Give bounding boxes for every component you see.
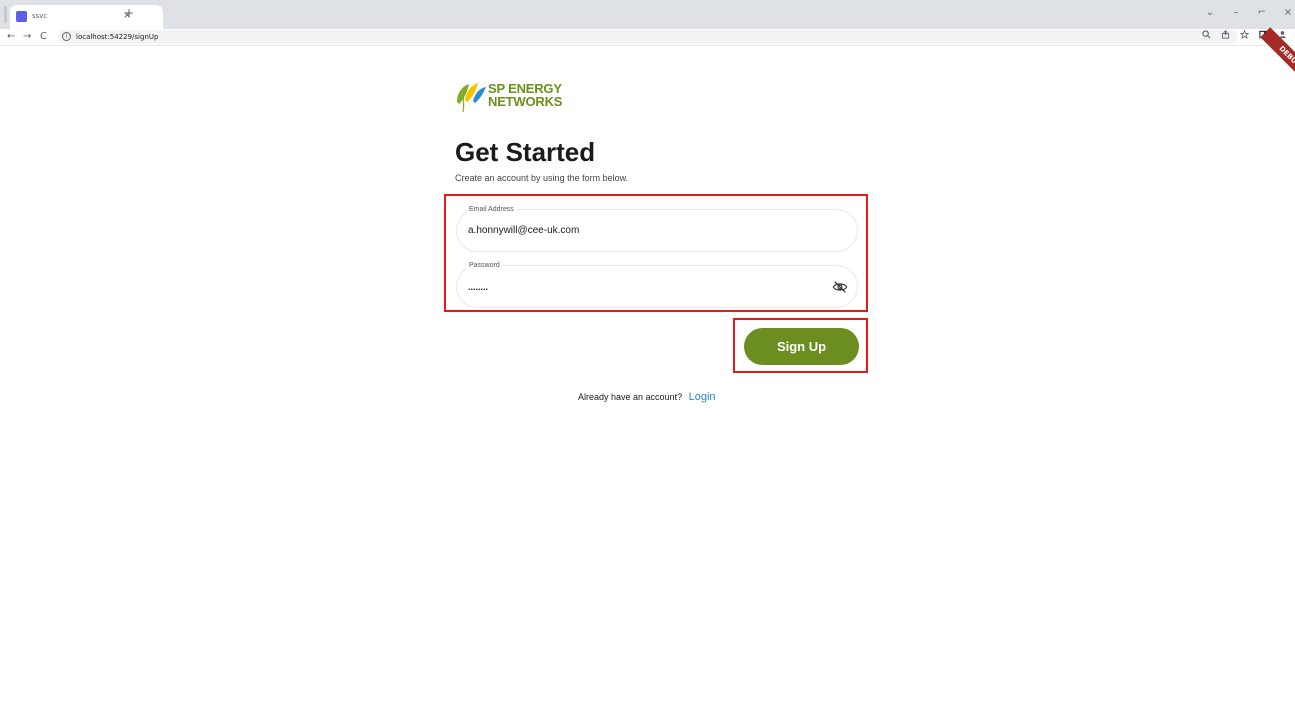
favicon-icon <box>16 11 27 22</box>
sign-up-button[interactable]: Sign Up <box>744 328 859 365</box>
browser-tab[interactable]: ssvc × <box>10 5 163 29</box>
zoom-icon[interactable] <box>1202 30 1211 39</box>
back-icon[interactable]: ← <box>7 30 15 44</box>
eye-off-icon[interactable] <box>832 279 848 295</box>
password-field[interactable]: Password ........ <box>456 261 858 308</box>
leaf-logo-icon <box>457 83 486 113</box>
browser-tab-bar: ssvc × + ⌄ – ⌐ × <box>0 0 1295 29</box>
browser-toolbar: ← → C i localhost:54229/signUp <box>0 29 1295 46</box>
page-title: Get Started <box>455 137 596 167</box>
login-prompt-text: Already have an account? <box>578 392 683 402</box>
url-text[interactable]: localhost:54229/signUp <box>76 31 158 43</box>
reload-icon[interactable]: C <box>40 30 47 44</box>
password-label: Password <box>467 261 502 270</box>
logo-wordmark: SP ENERGY NETWORKS <box>488 82 562 108</box>
share-icon[interactable] <box>1221 30 1230 39</box>
new-tab-button[interactable]: + <box>124 7 134 20</box>
minimize-icon[interactable]: – <box>1231 6 1241 19</box>
info-icon[interactable]: i <box>62 32 71 41</box>
restore-icon[interactable]: ⌐ <box>1257 6 1267 19</box>
tab-search-icon[interactable]: ⌄ <box>1205 6 1215 19</box>
page-subtitle: Create an account by using the form belo… <box>455 173 629 183</box>
email-label: Email Address <box>467 205 516 214</box>
star-icon[interactable] <box>1240 30 1249 39</box>
email-input[interactable] <box>468 223 828 239</box>
forward-icon[interactable]: → <box>23 30 31 44</box>
login-link[interactable]: Login <box>689 391 716 403</box>
brand-logo: SP ENERGY NETWORKS <box>455 80 585 116</box>
tab-strip-edge <box>4 6 7 23</box>
logo-line-2: NETWORKS <box>488 94 563 109</box>
tab-title: ssvc <box>32 12 48 20</box>
password-input[interactable]: ........ <box>468 279 828 295</box>
email-field[interactable]: Email Address <box>456 205 858 252</box>
address-bar[interactable]: i localhost:54229/signUp <box>58 30 1238 44</box>
login-prompt: Already have an account? Login <box>578 390 716 404</box>
window-controls: ⌄ – ⌐ × <box>1205 6 1293 19</box>
close-window-icon[interactable]: × <box>1283 6 1293 19</box>
